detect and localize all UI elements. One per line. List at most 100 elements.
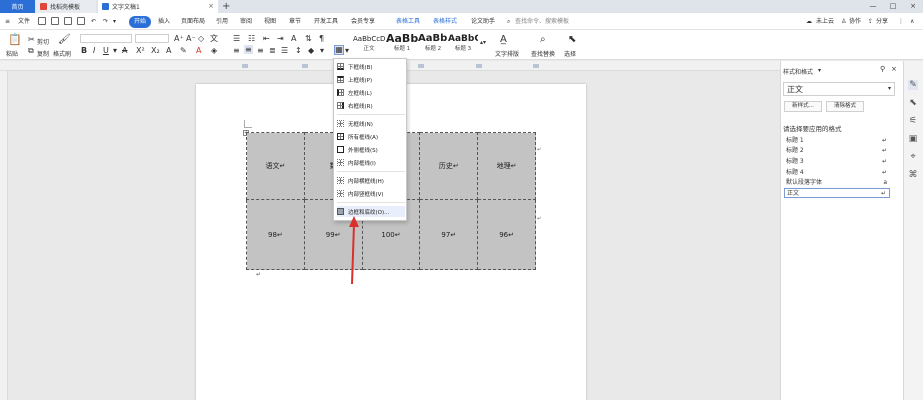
shrink-font-icon[interactable]: A⁻ <box>186 34 196 43</box>
new-style-button[interactable]: 新样式... <box>784 101 822 112</box>
format-painter-button[interactable]: 格式刷 <box>53 49 71 58</box>
decrease-indent-icon[interactable]: ⇤ <box>263 34 270 43</box>
menu-item-bottom-border[interactable]: 下框线(B) <box>337 61 405 72</box>
tab-template[interactable]: 找稻壳模板 <box>36 0 96 13</box>
vertical-ruler[interactable] <box>0 71 8 400</box>
menu-item-top-border[interactable]: 上框线(P) <box>337 74 405 85</box>
italic-icon[interactable]: I <box>93 46 95 55</box>
text-effect-icon[interactable]: A <box>166 46 171 55</box>
table-cell[interactable]: 语文↵ <box>246 132 305 200</box>
tab-document[interactable]: 文字文稿1 × <box>98 0 218 13</box>
style-heading1[interactable]: AaBb 标题 1 <box>386 33 418 57</box>
style-pen-icon[interactable]: ✎ <box>908 80 918 90</box>
copy-icon[interactable]: ⧉ <box>28 46 34 55</box>
font-name-combo[interactable] <box>80 34 132 43</box>
justify-icon[interactable]: ≣ <box>269 46 276 55</box>
underline-icon[interactable]: U <box>103 46 109 55</box>
clear-format-button[interactable]: 清除格式 <box>826 101 864 112</box>
style-heading3[interactable]: AaBbC 标题 3 <box>448 33 478 57</box>
tab-home[interactable]: 首页 <box>0 0 35 13</box>
table-cell[interactable]: 97↵ <box>419 199 479 270</box>
bold-icon[interactable]: B <box>81 46 87 55</box>
table-cell[interactable]: 98↵ <box>246 199 305 270</box>
font-color-icon[interactable]: A <box>196 46 201 55</box>
select-button[interactable]: 选择 <box>564 49 576 58</box>
pin-panel-icon[interactable]: ⚲ <box>880 65 885 73</box>
menu-item-inside-borders[interactable]: 内部框线(I) <box>337 157 405 168</box>
sort-icon[interactable]: ⇅ <box>305 34 312 43</box>
print-icon[interactable] <box>51 17 59 25</box>
close-tab-icon[interactable]: × <box>208 2 214 10</box>
adjust-sliders-icon[interactable]: ⚟ <box>908 116 918 126</box>
paste-button-label[interactable]: 粘贴 <box>6 49 18 58</box>
select-cursor-icon[interactable]: ⬉ <box>568 35 576 45</box>
document-tools-icon[interactable]: ▣ <box>908 134 918 144</box>
align-center-icon[interactable]: ≡ <box>244 45 253 54</box>
style-list-item[interactable]: 标题 3 ↵ <box>784 157 890 167</box>
clear-format-icon[interactable]: ◇ <box>198 34 204 43</box>
cut-button[interactable]: 剪切 <box>37 37 49 46</box>
save-icon[interactable] <box>38 17 46 25</box>
text-layout-button[interactable]: 文字排版 <box>495 49 519 58</box>
border-dropdown-icon[interactable]: ▾ <box>345 46 349 55</box>
shading-icon[interactable]: ◆ <box>308 46 314 55</box>
numbered-list-icon[interactable]: ☷ <box>248 34 255 43</box>
align-right-icon[interactable]: ≡ <box>257 46 264 55</box>
menu-review[interactable]: 审阅 <box>240 16 252 28</box>
undo-icon[interactable]: ↶ <box>91 16 96 28</box>
close-window-icon[interactable]: × <box>903 0 923 13</box>
style-list-item[interactable]: 标题 1 ↵ <box>784 136 890 146</box>
redo-icon[interactable]: ↷ <box>103 16 108 28</box>
ruler-column-marker[interactable] <box>418 64 424 68</box>
bullet-list-icon[interactable]: ☰ <box>233 34 240 43</box>
menu-file[interactable]: 文件 <box>18 16 30 28</box>
paste-icon[interactable]: 📋 <box>8 34 22 45</box>
ruler-column-marker[interactable] <box>476 64 482 68</box>
char-shading-icon[interactable]: ◈ <box>211 46 217 55</box>
menu-member[interactable]: 会员专享 <box>351 16 375 28</box>
chinese-layout-icon[interactable]: A <box>291 34 296 43</box>
style-normal[interactable]: AaBbCcD 正文 <box>353 33 385 57</box>
menu-table-tools[interactable]: 表格工具 <box>396 16 420 28</box>
highlight-icon[interactable]: ✎ <box>180 46 187 55</box>
collapse-ribbon-icon[interactable]: ∧ <box>910 16 914 28</box>
menu-item-left-border[interactable]: 左框线(L) <box>337 87 405 98</box>
menu-developer[interactable]: 开发工具 <box>314 16 338 28</box>
text-layout-icon[interactable]: A̲ <box>500 35 507 45</box>
strikethrough-icon[interactable]: A <box>122 46 127 55</box>
style-list-item[interactable]: 标题 4 ↵ <box>784 168 890 178</box>
table-cell[interactable]: 历史↵ <box>419 132 479 200</box>
ruler-column-marker[interactable] <box>242 64 248 68</box>
panel-menu-icon[interactable]: ▾ <box>818 67 821 74</box>
table-cell[interactable]: 地理↵ <box>477 132 536 200</box>
command-search-input[interactable]: 查找命令、搜索模板 <box>515 16 569 28</box>
menu-page-layout[interactable]: 页面布局 <box>181 16 205 28</box>
styles-more-icon[interactable]: ▴▾ <box>480 38 486 47</box>
font-size-combo[interactable] <box>135 34 169 43</box>
maximize-icon[interactable]: □ <box>883 0 903 13</box>
style-list-item-selected[interactable]: 正文 ↵ <box>784 188 890 198</box>
menu-chapter[interactable]: 章节 <box>289 16 301 28</box>
ruler-column-marker[interactable] <box>302 64 308 68</box>
style-heading2[interactable]: AaBb( 标题 2 <box>418 33 448 57</box>
underline-dropdown-icon[interactable]: ▾ <box>113 46 117 55</box>
menu-item-inside-horizontal[interactable]: 内部横框线(H) <box>337 175 405 186</box>
menu-paper-assistant[interactable]: 论文助手 <box>471 16 495 28</box>
menu-table-style[interactable]: 表格样式 <box>433 16 457 28</box>
increase-indent-icon[interactable]: ⇥ <box>277 34 284 43</box>
table-cell[interactable]: 96↵ <box>477 199 536 270</box>
style-list-item[interactable]: 标题 2 ↵ <box>784 146 890 156</box>
line-spacing-icon[interactable]: ↕ <box>295 46 302 55</box>
grow-font-icon[interactable]: A⁺ <box>174 34 184 43</box>
shading-dropdown-icon[interactable]: ▾ <box>320 46 324 55</box>
show-marks-icon[interactable]: ¶ <box>319 34 324 43</box>
menu-item-inside-vertical[interactable]: 内部竖框线(V) <box>337 188 405 199</box>
style-list-item[interactable]: 默认段落字体 a <box>784 178 890 188</box>
search-icon[interactable]: ⌕ <box>507 16 510 28</box>
subscript-icon[interactable]: X₂ <box>151 46 160 55</box>
copy-button[interactable]: 复制 <box>37 49 49 58</box>
hamburger-icon[interactable]: ≡ <box>5 16 10 28</box>
review-icon[interactable]: ⌘ <box>908 170 918 180</box>
menu-item-outside-borders[interactable]: 外侧框线(S) <box>337 144 405 155</box>
export-icon[interactable] <box>77 17 85 25</box>
